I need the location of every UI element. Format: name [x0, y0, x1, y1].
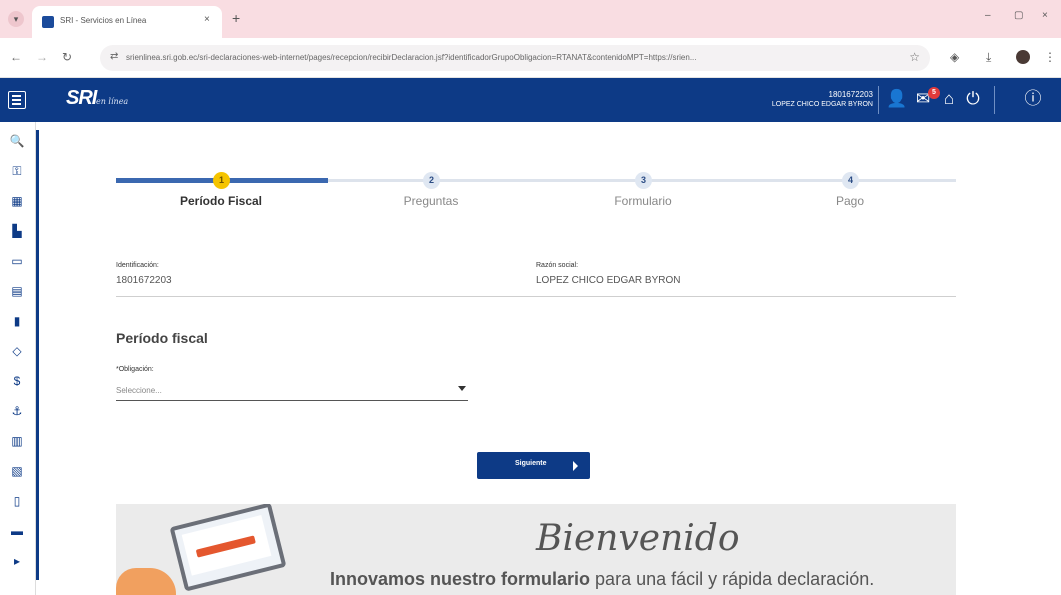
- tab-search-icon[interactable]: ▾: [8, 11, 24, 27]
- url-input[interactable]: ⇄ srienlinea.sri.gob.ec/sri-declaracione…: [100, 45, 930, 71]
- truck-icon[interactable]: ▥: [6, 430, 28, 452]
- user-info: 1801672203 LOPEZ CHICO EDGAR BYRON: [772, 90, 873, 110]
- step-1-label: Período Fiscal: [179, 194, 263, 208]
- tag-icon[interactable]: ◇: [6, 340, 28, 362]
- header-divider: [994, 86, 995, 114]
- home-icon[interactable]: ⌂: [938, 88, 960, 110]
- step-2-label: Preguntas: [403, 194, 459, 208]
- sri-logo-subtitle: en línea: [96, 97, 129, 106]
- url-text: srienlinea.sri.gob.ec/sri-declaraciones-…: [126, 53, 697, 62]
- tab-close-icon[interactable]: ×: [204, 14, 210, 25]
- step-2-dot: 2: [423, 172, 440, 189]
- identification-value: 1801672203: [116, 275, 172, 286]
- reload-icon[interactable]: ↻: [62, 50, 72, 64]
- step-4-dot: 4: [842, 172, 859, 189]
- next-button-label: Siguiente: [515, 460, 547, 467]
- tab-title: SRI - Servicios en Línea: [60, 16, 147, 25]
- step-3-label: Formulario: [614, 194, 672, 208]
- browser-tab-bar: ▾ SRI - Servicios en Línea × + – ▢ ×: [0, 0, 1061, 38]
- laptop-illustration: [169, 504, 287, 592]
- bookmark-star-icon[interactable]: ☆: [909, 50, 920, 64]
- obligation-label: *Obligación:: [116, 366, 154, 373]
- app-header: SRI en línea 1801672203 LOPEZ CHICO EDGA…: [0, 78, 1061, 122]
- window-close-icon[interactable]: ×: [1042, 10, 1048, 21]
- download-icon[interactable]: ⤓: [986, 50, 991, 65]
- minimize-icon[interactable]: –: [985, 10, 991, 21]
- user-icon[interactable]: 👤: [886, 88, 908, 110]
- notification-badge: 5: [928, 87, 940, 99]
- sri-logo[interactable]: SRI: [66, 87, 97, 110]
- calculator-icon[interactable]: ▤: [6, 280, 28, 302]
- section-divider: [116, 296, 956, 297]
- dollar-icon[interactable]: $: [6, 370, 28, 392]
- profile-avatar[interactable]: [1016, 50, 1030, 64]
- business-name-label: Razón social:: [536, 262, 579, 269]
- key-icon[interactable]: ⚿: [6, 160, 28, 182]
- welcome-title: Bienvenido: [536, 518, 740, 559]
- business-name-value: LOPEZ CHICO EDGAR BYRON: [536, 275, 681, 286]
- user-name: LOPEZ CHICO EDGAR BYRON: [771, 101, 873, 108]
- browser-menu-icon[interactable]: ⋮: [1044, 50, 1056, 64]
- next-button[interactable]: Siguiente: [477, 452, 590, 479]
- dropdown-arrow-icon[interactable]: [458, 386, 466, 391]
- obligation-select[interactable]: Seleccione...: [116, 381, 468, 401]
- tagline-rest: para una fácil y rápida declaración.: [590, 569, 875, 589]
- user-id: 1801672203: [828, 90, 874, 99]
- extensions-icon[interactable]: ◈: [950, 50, 959, 64]
- side-rail: 🔍 ⚿ ▦ ▙ ▭ ▤ ▮ ◇ $ ⚓ ▥ ▧ ▯ ▬ ▸: [0, 122, 36, 595]
- more-icon[interactable]: ▸: [6, 550, 28, 572]
- header-divider: [878, 86, 879, 114]
- main-content: 1 Período Fiscal 2 Preguntas 3 Formulari…: [40, 122, 1061, 595]
- power-icon[interactable]: ⏻: [962, 88, 984, 110]
- step-3-dot: 3: [635, 172, 652, 189]
- browser-tab[interactable]: SRI - Servicios en Línea ×: [32, 6, 222, 38]
- section-title: Período fiscal: [116, 330, 208, 346]
- maximize-icon[interactable]: ▢: [1014, 10, 1023, 21]
- car-icon[interactable]: ▬: [6, 520, 28, 542]
- welcome-tagline: Innovamos nuestro formulario para una fá…: [330, 569, 874, 590]
- forward-icon[interactable]: →: [36, 50, 48, 64]
- step-4-label: Pago: [835, 194, 865, 208]
- search-icon[interactable]: 🔍: [6, 130, 28, 152]
- rail-scrollbar[interactable]: [36, 130, 39, 580]
- info-icon[interactable]: ⓘ: [1022, 88, 1044, 110]
- identification-label: Identificación:: [116, 262, 159, 269]
- chevron-right-icon: [573, 461, 578, 471]
- building-icon[interactable]: ▙: [6, 220, 28, 242]
- receipt-icon[interactable]: ▧: [6, 460, 28, 482]
- tagline-bold: Innovamos nuestro formulario: [330, 569, 591, 589]
- new-tab-icon[interactable]: +: [232, 10, 240, 26]
- hand-illustration: [116, 568, 176, 595]
- document-icon[interactable]: ▮: [6, 310, 28, 332]
- obligation-selected-value: Seleccione...: [116, 386, 162, 395]
- back-icon[interactable]: ←: [10, 50, 22, 64]
- file-icon[interactable]: ▯: [6, 490, 28, 512]
- folder-icon[interactable]: ▭: [6, 250, 28, 272]
- site-info-icon[interactable]: ⇄: [110, 51, 118, 62]
- books-icon[interactable]: ▦: [6, 190, 28, 212]
- address-bar: ← → ↻ ⇄ srienlinea.sri.gob.ec/sri-declar…: [0, 38, 1061, 78]
- favicon: [42, 16, 54, 28]
- step-1-dot: 1: [213, 172, 230, 189]
- welcome-banner: Bienvenido Innovamos nuestro formulario …: [116, 504, 956, 595]
- anchor-icon[interactable]: ⚓: [6, 400, 28, 422]
- wizard-stepper: 1 Período Fiscal 2 Preguntas 3 Formulari…: [116, 170, 956, 220]
- menu-toggle-icon[interactable]: [8, 91, 26, 109]
